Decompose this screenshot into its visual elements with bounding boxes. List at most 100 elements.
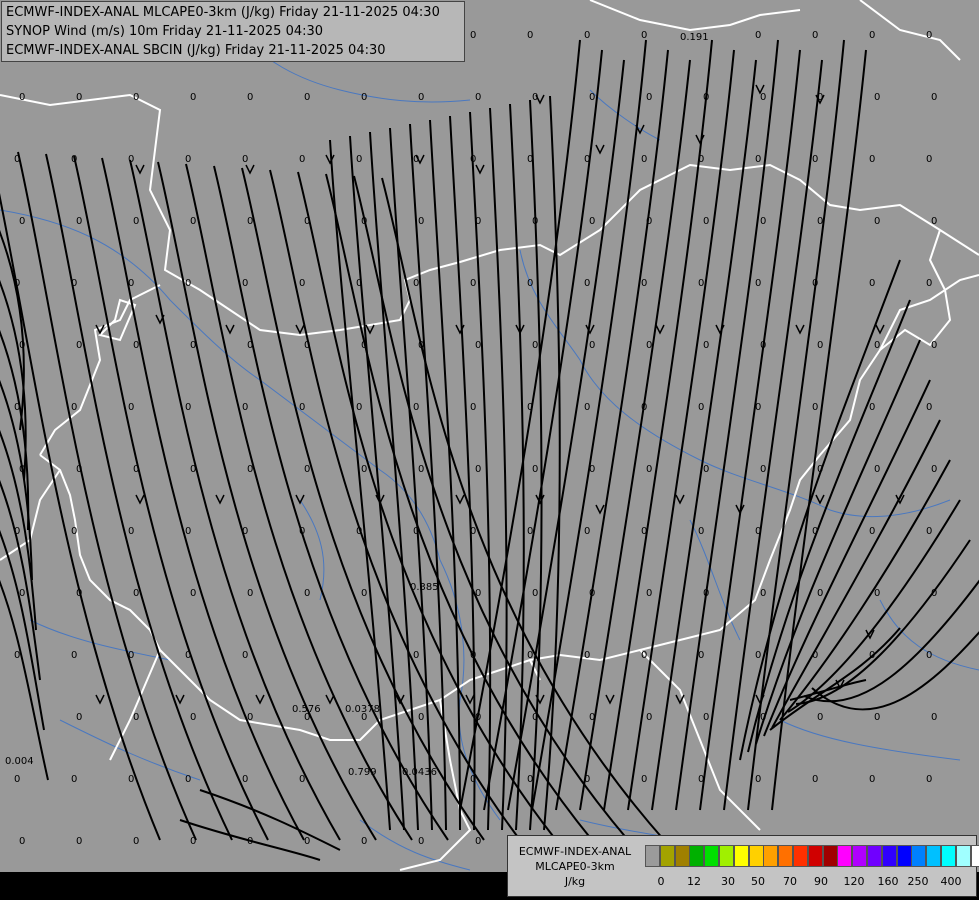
grid-value: 0 [475, 340, 481, 351]
streamline [157, 161, 377, 841]
wind-arrow [325, 694, 335, 705]
grid-value: 0 [242, 774, 248, 785]
grid-value: 0 [817, 340, 823, 351]
grid-value: 0 [71, 154, 77, 165]
legend-tick: 120 [843, 875, 865, 888]
grid-value: 0 [646, 340, 652, 351]
grid-value: 0 [703, 712, 709, 723]
grid-value: 0 [755, 278, 761, 289]
grid-value: 0 [304, 340, 310, 351]
grid-value: 0 [584, 774, 590, 785]
grid-value: 0 [646, 92, 652, 103]
grid-value: 0 [413, 278, 419, 289]
grid-value: 0 [760, 216, 766, 227]
grid-value: 0 [247, 588, 253, 599]
wind-arrow [295, 324, 305, 335]
grid-value: 0 [185, 526, 191, 537]
grid-value: 0 [874, 340, 880, 351]
legend-model: ECMWF-INDEX-ANAL [518, 845, 632, 858]
grid-value: 0 [817, 464, 823, 475]
border-line [109, 649, 161, 761]
grid-value: 0.385 [410, 582, 439, 593]
streamline [803, 579, 979, 703]
grid-value: 0 [413, 154, 419, 165]
wind-arrow [175, 694, 185, 705]
grid-value: 0 [128, 774, 134, 785]
grid-value: 0 [475, 712, 481, 723]
streamline [0, 229, 25, 431]
grid-value: 0 [133, 712, 139, 723]
grid-value: 0 [133, 836, 139, 847]
title-mlcape: ECMWF-INDEX-ANAL MLCAPE0-3km (J/kg) Frid… [6, 5, 440, 20]
grid-value: 0 [532, 216, 538, 227]
grid-value: 0 [133, 92, 139, 103]
grid-value: 0 [299, 774, 305, 785]
wind-streamlines [0, 39, 979, 861]
grid-value: 0 [71, 278, 77, 289]
grid-value: 0 [755, 650, 761, 661]
grid-value: 0 [641, 30, 647, 41]
grid-value: 0 [646, 464, 652, 475]
grid-value: 0 [185, 774, 191, 785]
grid-value: 0 [589, 464, 595, 475]
title-wind: SYNOP Wind (m/s) 10m Friday 21-11-2025 0… [6, 24, 324, 39]
wind-arrow [255, 694, 265, 705]
streamline [329, 139, 391, 831]
streamline [73, 155, 269, 841]
grid-value: 0 [470, 278, 476, 289]
grid-value: 0 [190, 216, 196, 227]
grid-value: 0 [703, 588, 709, 599]
grid-value: 0 [14, 650, 20, 661]
grid-value: 0 [874, 712, 880, 723]
border-line [0, 93, 979, 337]
grid-value: 0 [584, 650, 590, 661]
grid-value: 0 [470, 154, 476, 165]
grid-value: 0 [641, 278, 647, 289]
legend-swatch [778, 845, 794, 867]
grid-value: 0 [185, 278, 191, 289]
legend-tick: 12 [687, 875, 701, 888]
grid-value: 0 [242, 402, 248, 413]
grid-value: 0 [19, 340, 25, 351]
grid-value: 0 [926, 650, 932, 661]
grid-value: 0 [475, 92, 481, 103]
grid-value: 0 [418, 712, 424, 723]
grid-value: 0 [760, 588, 766, 599]
grid-value: 0 [185, 650, 191, 661]
grid-value: 0 [698, 774, 704, 785]
river [359, 819, 471, 871]
wind-arrow [695, 134, 705, 145]
grid-value: 0 [185, 154, 191, 165]
grid-value: 0.191 [680, 32, 709, 43]
legend-swatch [659, 845, 675, 867]
grid-value: 0 [190, 588, 196, 599]
legend-swatch [911, 845, 927, 867]
grid-value: 0 [760, 340, 766, 351]
grid-value: 0 [361, 92, 367, 103]
wind-arrow [135, 164, 145, 175]
legend-swatch [970, 845, 979, 867]
grid-value: 0 [760, 712, 766, 723]
wind-arrow [465, 694, 475, 705]
legend-tick: 250 [907, 875, 929, 888]
legend-tick: 160 [877, 875, 899, 888]
weather-map: 0 0 0 0 0 0 0 0 0 0 0 0 0 0 0 0 0 0 0 0 0 0 0 0 0 0 0 0 0 0 0 0 0 0 0 0 0 0 0 0… [0, 0, 979, 900]
grid-value: 0 [527, 154, 533, 165]
grid-value: 0 [703, 464, 709, 475]
grid-value: 0 [14, 154, 20, 165]
grid-value: 0 [869, 774, 875, 785]
grid-value: 0 [532, 712, 538, 723]
grid-value: 0 [304, 216, 310, 227]
grid-value: 0.0378 [345, 704, 380, 715]
grid-value: 0 [242, 278, 248, 289]
grid-value: 0 [361, 340, 367, 351]
grid-value: 0 [356, 278, 362, 289]
wind-arrow [715, 324, 725, 335]
grid-value: 0 [698, 650, 704, 661]
legend-swatch [941, 845, 956, 867]
grid-value: 0 [418, 464, 424, 475]
grid-value: 0 [356, 526, 362, 537]
grid-value: 0 [869, 30, 875, 41]
grid-value: 0 [589, 340, 595, 351]
grid-value: 0 [133, 340, 139, 351]
